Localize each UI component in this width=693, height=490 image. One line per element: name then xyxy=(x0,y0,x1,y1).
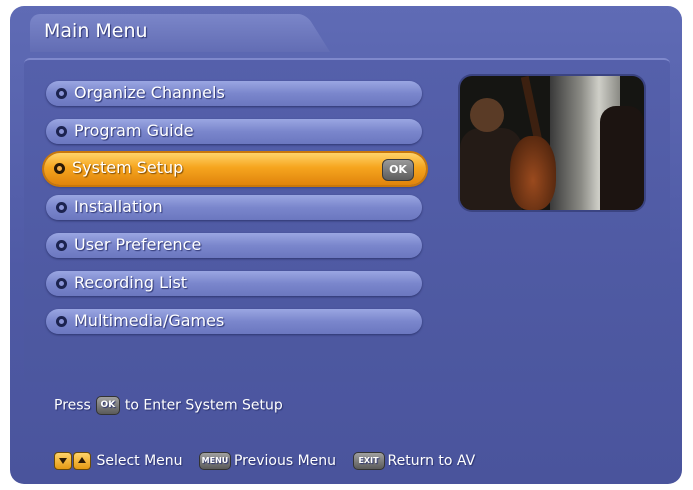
bullet-icon xyxy=(56,126,67,137)
down-arrow-key-icon xyxy=(54,452,72,470)
return-av-hint: EXIT Return to AV xyxy=(352,452,476,470)
ok-key-icon: OK xyxy=(382,159,414,181)
hint-suffix: to Enter System Setup xyxy=(124,397,283,414)
video-preview xyxy=(460,76,644,210)
bullet-icon xyxy=(56,316,67,327)
previous-menu-label: Previous Menu xyxy=(233,453,337,469)
help-hint: Press OK to Enter System Setup xyxy=(54,396,283,415)
tv-screen: Main Menu Organize Channels Program Guid… xyxy=(0,0,693,490)
select-menu-label: Select Menu xyxy=(96,453,183,469)
menu-item-system-setup[interactable]: System Setup OK xyxy=(44,153,426,185)
menu-item-label: Program Guide xyxy=(74,121,194,140)
hint-prefix: Press xyxy=(54,397,91,414)
return-av-label: Return to AV xyxy=(387,453,476,469)
menu-key-icon: MENU xyxy=(198,452,231,470)
menu-item-label: Recording List xyxy=(74,273,188,292)
menu-item-label: System Setup xyxy=(72,158,184,177)
up-arrow-key-icon xyxy=(73,452,91,470)
menu-item-organize-channels[interactable]: Organize Channels xyxy=(46,81,422,106)
page-title: Main Menu xyxy=(44,20,148,42)
select-menu-hint: Select Menu xyxy=(54,452,183,470)
bullet-icon xyxy=(54,163,65,174)
menu-item-program-guide[interactable]: Program Guide xyxy=(46,119,422,144)
menu-item-label: Installation xyxy=(74,197,163,216)
menu-item-label: Multimedia/Games xyxy=(74,311,225,330)
main-menu-window: Main Menu Organize Channels Program Guid… xyxy=(10,6,682,484)
menu-item-user-preference[interactable]: User Preference xyxy=(46,233,422,258)
menu-item-label: Organize Channels xyxy=(74,83,225,102)
ok-key-icon: OK xyxy=(95,396,120,415)
bullet-icon xyxy=(56,88,67,99)
exit-key-icon: EXIT xyxy=(352,452,385,470)
bullet-icon xyxy=(56,240,67,251)
previous-menu-hint: MENU Previous Menu xyxy=(198,452,337,470)
menu-item-label: User Preference xyxy=(74,235,202,254)
bullet-icon xyxy=(56,202,67,213)
menu-item-recording-list[interactable]: Recording List xyxy=(46,271,422,296)
footer-legend: Select Menu MENU Previous Menu EXIT Return… xyxy=(54,452,487,470)
menu-item-multimedia-games[interactable]: Multimedia/Games xyxy=(46,309,422,334)
menu-item-installation[interactable]: Installation xyxy=(46,195,422,220)
bullet-icon xyxy=(56,278,67,289)
